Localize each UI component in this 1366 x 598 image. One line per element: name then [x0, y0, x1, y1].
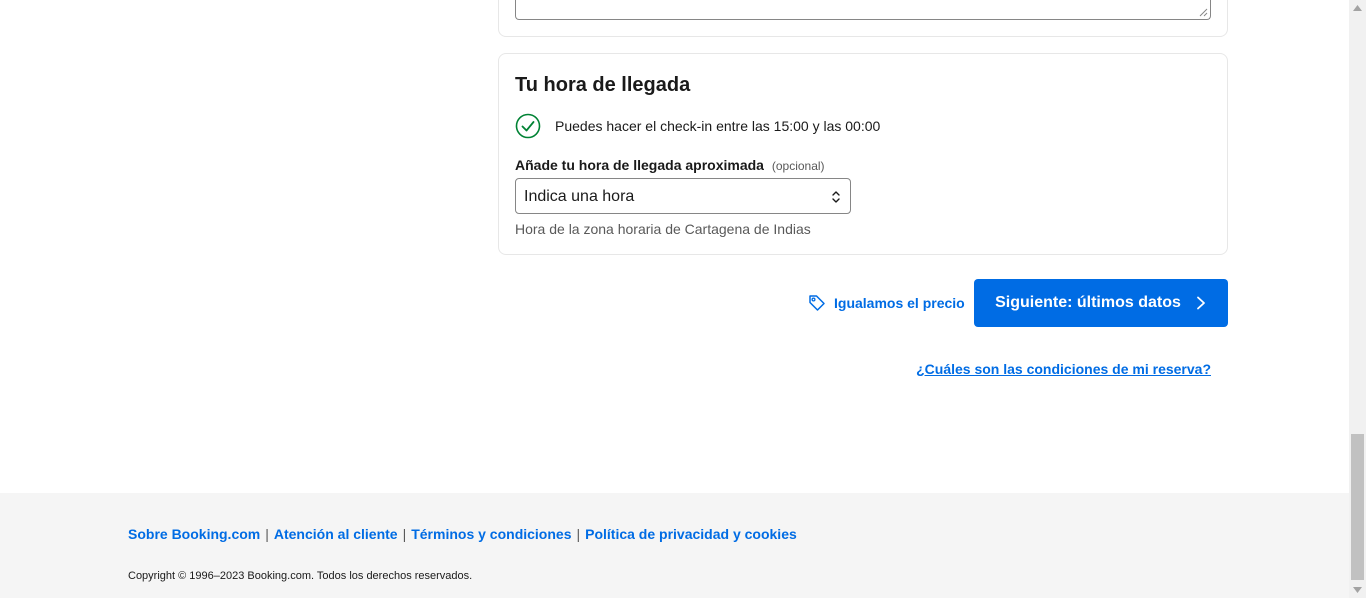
copyright-text: Copyright © 1996–2023 Booking.com. Todos…	[128, 570, 473, 582]
tag-icon	[809, 295, 825, 311]
chevron-right-icon	[1196, 296, 1205, 310]
booking-page: Tu hora de llegada Puedes hacer el check…	[0, 0, 1349, 598]
price-match-link[interactable]: Igualamos el precio	[808, 293, 965, 313]
checkin-info-row: Puedes hacer el check-in entre las 15:00…	[515, 113, 880, 139]
footer-link-privacy[interactable]: Política de privacidad y cookies	[585, 526, 797, 542]
resize-grip-icon[interactable]	[1199, 8, 1208, 17]
arrival-time-select-value: Indica una hora	[524, 188, 635, 205]
checkin-info-text: Puedes hacer el check-in entre las 15:00…	[555, 118, 881, 134]
arrival-title: Tu hora de llegada	[515, 74, 691, 96]
special-requests-textarea[interactable]	[515, 0, 1211, 20]
scroll-up-arrow-icon[interactable]	[1353, 5, 1362, 11]
arrival-time-select[interactable]: Indica una hora	[515, 178, 851, 214]
price-match-label: Igualamos el precio	[834, 295, 965, 311]
arrival-field-label: Añade tu hora de llegada aproximada (opc…	[515, 157, 825, 173]
scrollbar-thumb[interactable]	[1351, 434, 1364, 580]
optional-tag: (opcional)	[771, 159, 825, 173]
footer-link-customer-service[interactable]: Atención al cliente	[274, 526, 398, 542]
special-requests-card	[498, 0, 1228, 37]
booking-conditions-link[interactable]: ¿Cuáles son las condiciones de mi reserv…	[916, 361, 1211, 377]
footer-link-terms[interactable]: Términos y condiciones	[411, 526, 571, 542]
footer-link-about[interactable]: Sobre Booking.com	[128, 526, 260, 542]
footer-separator: |	[265, 526, 269, 542]
page-scrollbar[interactable]	[1349, 0, 1366, 598]
footer-links: Sobre Booking.com | Atención al cliente …	[128, 526, 797, 542]
footer-separator: |	[402, 526, 407, 542]
arrival-field-label-text: Añade tu hora de llegada aproximada	[515, 157, 764, 173]
scroll-down-arrow-icon[interactable]	[1353, 587, 1362, 593]
footer-separator: |	[576, 526, 581, 542]
arrival-time-card: Tu hora de llegada Puedes hacer el check…	[498, 53, 1228, 255]
timezone-note: Hora de la zona horaria de Cartagena de …	[515, 221, 811, 237]
footer: Sobre Booking.com | Atención al cliente …	[0, 493, 1349, 598]
sort-arrows-icon	[832, 191, 840, 203]
check-circle-icon	[515, 113, 541, 139]
next-step-button[interactable]: Siguiente: últimos datos	[974, 279, 1228, 327]
next-step-label: Siguiente: últimos datos	[995, 294, 1181, 311]
